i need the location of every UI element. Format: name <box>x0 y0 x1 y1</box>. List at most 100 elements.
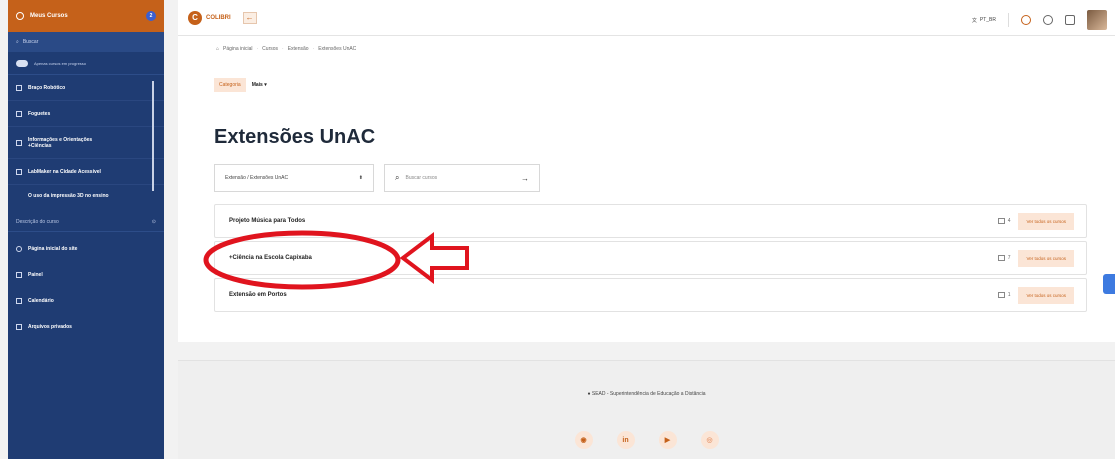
view-all-courses-button[interactable]: Ver todos os cursos <box>1018 286 1074 304</box>
nav-item-dashboard[interactable]: Painel <box>8 262 164 288</box>
breadcrumb-item[interactable]: Página inicial <box>223 46 252 52</box>
info-icon: ● <box>587 391 591 397</box>
web-icon[interactable]: ◉ <box>574 431 593 449</box>
course-count-value: 1 <box>1007 292 1011 298</box>
tab-more[interactable]: Mais ▾ <box>252 82 267 88</box>
instagram-icon[interactable]: ◎ <box>700 431 719 449</box>
sidebar: Meus Cursos 2 ⌕ Buscar Apenas cursos em … <box>8 0 164 459</box>
sidebar-search-input[interactable]: ⌕ Buscar <box>8 32 164 52</box>
top-navbar: C COLIBRI ← 文 PT_BR <box>178 0 1115 36</box>
tab-category[interactable]: Categoria <box>214 78 246 92</box>
footer: ● SEAD - Superintendência de Educação a … <box>178 360 1115 459</box>
course-icon <box>16 84 22 91</box>
floating-help-button[interactable] <box>1103 274 1115 294</box>
sidebar-scrollbar[interactable] <box>152 81 154 191</box>
course-description-label: Descrição do curso <box>16 218 59 225</box>
logo-text[interactable]: COLIBRI <box>206 15 231 21</box>
drawer-toggle-button[interactable]: ← <box>242 11 257 24</box>
topbar-actions: 文 PT_BR <box>972 10 1107 30</box>
search-icon: ⌕ <box>16 39 19 45</box>
my-courses-label: Meus Cursos <box>30 13 68 19</box>
course-icon <box>16 168 22 175</box>
dashboard-icon <box>16 272 22 278</box>
list-item[interactable]: Extensão em Portos 1 Ver todos os cursos <box>214 278 1087 312</box>
sidebar-course-label: LabMaker na Cidade Acessível <box>28 168 101 175</box>
list-item[interactable]: Projeto Música para Todos 4 Ver todos os… <box>214 204 1087 238</box>
main-content: ⌂ Página inicial · Cursos · Extensão · E… <box>178 36 1115 342</box>
home-icon <box>16 246 22 252</box>
course-icon <box>16 193 22 199</box>
breadcrumb-separator: · <box>256 46 259 52</box>
course-description-row[interactable]: Descrição do curso ⊙ <box>8 212 164 232</box>
logo-icon[interactable]: C <box>188 10 202 25</box>
bell-icon[interactable] <box>1043 15 1053 25</box>
sidebar-course-item[interactable]: LabMaker na Cidade Acessível <box>8 159 164 185</box>
course-count: 7 <box>997 255 1011 261</box>
translate-icon: 文 <box>971 17 977 24</box>
progress-toggle[interactable]: Apenas cursos em progresso <box>8 52 164 74</box>
my-courses-header[interactable]: Meus Cursos 2 <box>8 0 164 32</box>
avatar[interactable] <box>1087 10 1107 30</box>
messages-icon[interactable] <box>1065 15 1075 25</box>
sidebar-course-label: Informações e Orientações +Ciências <box>28 136 93 149</box>
breadcrumb: ⌂ Página inicial · Cursos · Extensão · E… <box>216 46 356 52</box>
language-label: PT_BR <box>979 17 996 23</box>
youtube-icon[interactable]: ▶ <box>658 431 677 449</box>
nav-item-calendar[interactable]: Calendário <box>8 288 164 314</box>
home-icon[interactable]: ⌂ <box>216 46 219 52</box>
secondary-nav: Categoria Mais ▾ <box>214 78 267 92</box>
collapse-icon[interactable] <box>16 12 24 20</box>
category-name[interactable]: Projeto Música para Todos <box>229 218 305 224</box>
nav-label: Painel <box>28 272 43 278</box>
calendar-icon <box>16 298 22 304</box>
sidebar-course-label: Foguetes <box>28 110 51 117</box>
sidebar-course-list: Braço Robótico Foguetes Informações e Or… <box>8 74 164 212</box>
sidebar-course-item[interactable]: Informações e Orientações +Ciências <box>8 127 164 159</box>
footer-label: SEAD - Superintendência de Educação a Di… <box>591 391 706 397</box>
view-all-courses-button[interactable]: Ver todos os cursos <box>1018 249 1074 267</box>
sidebar-course-item[interactable]: Foguetes <box>8 101 164 127</box>
sidebar-course-item[interactable]: Braço Robótico <box>8 75 164 101</box>
course-icon <box>16 139 22 146</box>
breadcrumb-item[interactable]: Cursos <box>262 46 278 52</box>
breadcrumb-separator: · <box>282 46 284 52</box>
footer-text: ● SEAD - Superintendência de Educação a … <box>178 391 1115 397</box>
sidebar-search-placeholder: Buscar <box>22 39 39 45</box>
nav-label: Página inicial do site <box>28 246 78 252</box>
toggle-switch-icon[interactable] <box>16 59 28 67</box>
dark-mode-icon[interactable] <box>1021 15 1031 25</box>
breadcrumb-item: Extensões UnAC <box>318 46 357 52</box>
notification-badge: 2 <box>146 11 156 21</box>
course-count-icon <box>997 292 1005 298</box>
info-icon[interactable]: ⊙ <box>152 219 156 225</box>
sidebar-course-label: Braço Robótico <box>28 84 66 91</box>
category-name[interactable]: +Ciência na Escola Capixaba <box>229 255 312 261</box>
nav-item-home[interactable]: Página inicial do site <box>8 236 164 262</box>
linkedin-icon[interactable]: in <box>616 431 635 449</box>
category-select[interactable]: Extensão / Extensões UnAC ⬍ <box>214 164 374 192</box>
nav-label: Arquivos privados <box>28 324 72 330</box>
nav-label: Calendário <box>28 298 54 304</box>
select-arrow-icon: ⬍ <box>358 175 363 181</box>
sidebar-course-item[interactable]: O uso da impressão 3D no ensino <box>8 185 164 207</box>
view-all-courses-button[interactable]: Ver todos os cursos <box>1018 212 1074 230</box>
course-count-value: 7 <box>1007 255 1011 261</box>
search-placeholder: Buscar cursos <box>405 175 438 181</box>
sidebar-nav: Página inicial do site Painel Calendário… <box>8 232 164 340</box>
progress-toggle-label: Apenas cursos em progresso <box>34 60 87 66</box>
course-search-input[interactable]: ⌕ Buscar cursos → <box>384 164 540 192</box>
category-select-value: Extensão / Extensões UnAC <box>225 175 289 181</box>
course-count-value: 4 <box>1007 218 1011 224</box>
page-title: Extensões UnAC <box>214 126 376 148</box>
course-count: 4 <box>997 218 1011 224</box>
sidebar-course-label: O uso da impressão 3D no ensino <box>28 193 109 199</box>
breadcrumb-item[interactable]: Extensão <box>288 46 309 52</box>
divider <box>1008 13 1009 27</box>
course-count: 1 <box>997 292 1011 298</box>
list-item[interactable]: +Ciência na Escola Capixaba 7 Ver todos … <box>214 241 1087 275</box>
file-icon <box>16 324 22 330</box>
search-submit-icon[interactable]: → <box>521 174 529 183</box>
category-name[interactable]: Extensão em Portos <box>229 292 287 298</box>
language-selector[interactable]: 文 PT_BR <box>972 17 996 24</box>
nav-item-private-files[interactable]: Arquivos privados <box>8 314 164 340</box>
